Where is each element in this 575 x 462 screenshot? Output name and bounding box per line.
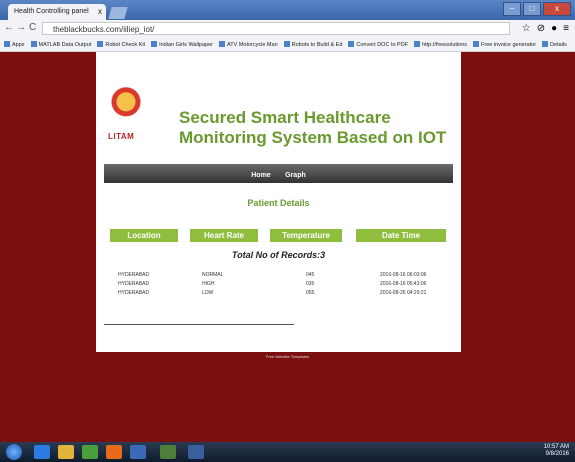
forward-icon[interactable]: →: [16, 22, 26, 33]
nav-home-link[interactable]: Home: [251, 166, 270, 185]
maximize-button[interactable]: □: [523, 2, 541, 16]
bookmark-star-icon[interactable]: ☆: [522, 23, 531, 34]
college-emblem-icon: [111, 82, 141, 126]
app-icon[interactable]: [160, 445, 176, 459]
cell-temperature: 055: [306, 290, 315, 296]
url-input[interactable]: theblackbucks.com/iiliep_iot/: [42, 22, 510, 35]
cell-location: HYDERABAD: [118, 272, 150, 278]
close-window-button[interactable]: x: [543, 2, 571, 16]
address-bar-row: ← → C theblackbucks.com/iiliep_iot/ ☆ ⊘ …: [0, 20, 575, 38]
browser-tools: ☆ ⊘ ● ≡: [522, 23, 569, 34]
bookmark-item[interactable]: Indian Girls Wallpaper: [151, 38, 213, 51]
logo-text: LITAM: [108, 132, 135, 141]
bookmark-item[interactable]: Convert DOC to PDF: [348, 38, 408, 51]
extension-icon[interactable]: ⊘: [537, 23, 545, 34]
bookmark-item[interactable]: Robots to Build & Ed: [284, 38, 343, 51]
cell-temperature: 035: [306, 281, 315, 287]
vlc-icon[interactable]: [106, 445, 122, 459]
media-player-icon[interactable]: [130, 445, 146, 459]
start-button-icon[interactable]: [6, 444, 22, 460]
window-controls: – □ x: [503, 2, 571, 16]
cell-location: HYDERABAD: [118, 281, 150, 287]
system-tray: 10:57 AM 9/8/2016: [544, 444, 569, 458]
column-header-location: Location: [110, 229, 178, 242]
reload-icon[interactable]: C: [29, 22, 36, 33]
bookmark-item[interactable]: Robot Check Kit: [97, 38, 145, 51]
column-header-date-time: Date Time: [356, 229, 446, 242]
table-row: HYDERABAD HIGH 035 2016-08-16 05:43:06: [110, 281, 446, 290]
back-icon[interactable]: ←: [4, 22, 14, 33]
file-explorer-icon[interactable]: [58, 445, 74, 459]
nav-graph-link[interactable]: Graph: [285, 166, 306, 185]
bookmark-item[interactable]: Free invoice generator: [473, 38, 536, 51]
page-viewport: LITAM Secured Smart Healthcare Monitorin…: [0, 52, 575, 442]
clock-date[interactable]: 9/8/2016: [544, 451, 569, 458]
bookmark-item[interactable]: http://freesolutions: [414, 38, 467, 51]
browser-tab[interactable]: Health Controlling panel x: [8, 4, 106, 20]
bookmark-item[interactable]: MATLAB Data Output: [31, 38, 92, 51]
cell-date-time: 2016-08-26 04:29:21: [380, 290, 427, 296]
bookmark-item[interactable]: Details: [542, 38, 567, 51]
new-tab-button[interactable]: [108, 7, 128, 19]
tab-close-icon[interactable]: x: [98, 4, 102, 20]
divider: [104, 324, 294, 325]
records-count: Total No of Records:3: [231, 250, 326, 260]
cell-heart-rate: NORMAL: [202, 272, 224, 278]
cell-heart-rate: HIGH: [202, 281, 215, 287]
cell-heart-rate: LOW: [202, 290, 214, 296]
table-row: HYDERABAD LOW 055 2016-08-26 04:29:21: [110, 290, 446, 299]
extension-icon-2[interactable]: ●: [551, 23, 557, 34]
patient-table-body: HYDERABAD NORMAL 045 2016-08-16 06:03:06…: [110, 272, 446, 299]
content-panel: LITAM Secured Smart Healthcare Monitorin…: [96, 52, 461, 352]
cell-temperature: 045: [306, 272, 315, 278]
table-header: Location Heart Rate Temperature Date Tim…: [110, 229, 446, 242]
browser-tab-bar: Health Controlling panel x – □ x: [0, 0, 575, 20]
table-row: HYDERABAD NORMAL 045 2016-08-16 06:03:06: [110, 272, 446, 281]
page-title: Secured Smart Healthcare Monitoring Syst…: [179, 108, 447, 147]
column-header-temperature: Temperature: [270, 229, 342, 242]
logo: LITAM: [108, 82, 144, 150]
app-icon-2[interactable]: [188, 445, 204, 459]
chrome-icon[interactable]: [82, 445, 98, 459]
column-header-heart-rate: Heart Rate: [190, 229, 258, 242]
section-title: Patient Details: [247, 198, 310, 208]
internet-explorer-icon[interactable]: [34, 445, 50, 459]
bookmarks-bar: Apps MATLAB Data Output Robot Check Kit …: [0, 38, 575, 52]
menu-icon[interactable]: ≡: [563, 23, 569, 34]
windows-taskbar: 10:57 AM 9/8/2016: [0, 442, 575, 462]
cell-date-time: 2016-08-16 06:03:06: [380, 272, 427, 278]
tab-title: Health Controlling panel: [14, 8, 89, 15]
clock-time[interactable]: 10:57 AM: [544, 444, 569, 451]
footer-link[interactable]: Free Website Templates: [0, 354, 575, 359]
bookmark-item[interactable]: Apps: [4, 38, 25, 51]
bookmark-item[interactable]: ATV Motorcycle Man: [219, 38, 278, 51]
cell-location: HYDERABAD: [118, 290, 150, 296]
minimize-button[interactable]: –: [503, 2, 521, 16]
main-nav: Home Graph: [104, 164, 453, 183]
cell-date-time: 2016-08-16 05:43:06: [380, 281, 427, 287]
